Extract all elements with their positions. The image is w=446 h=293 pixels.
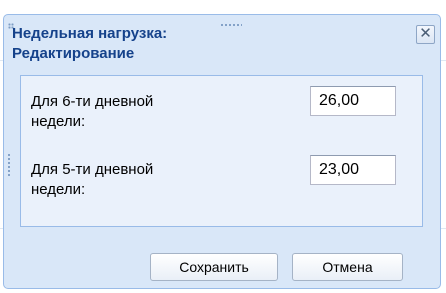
close-icon: ✕ — [419, 25, 432, 42]
resize-handle-icon[interactable] — [7, 153, 11, 177]
six-day-week-input[interactable] — [310, 86, 396, 116]
form-panel: Для 6-ти дневной недели: Для 5-ти дневно… — [20, 75, 423, 227]
field-label-5-day: Для 5-ти дневной недели: — [31, 161, 154, 198]
close-button[interactable]: ✕ — [416, 25, 435, 44]
dialog-title: Недельная нагрузка: Редактирование — [12, 25, 168, 62]
field-label-6-day: Для 6-ти дневной недели: — [31, 93, 154, 130]
save-button[interactable]: Сохранить — [150, 253, 278, 281]
five-day-week-input[interactable] — [310, 155, 396, 185]
cancel-button[interactable]: Отмена — [292, 253, 403, 281]
